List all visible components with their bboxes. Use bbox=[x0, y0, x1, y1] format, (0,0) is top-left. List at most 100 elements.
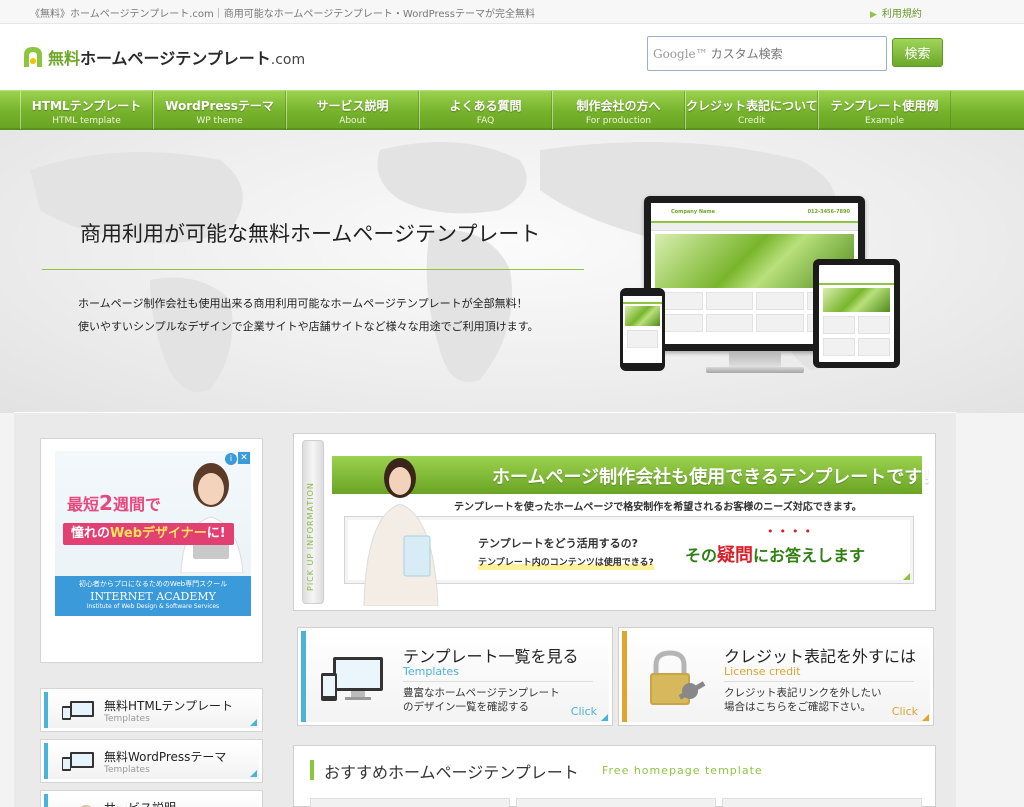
sidebar-item-sublabel: Templates bbox=[104, 765, 150, 775]
nav-label: よくある質問 bbox=[449, 99, 522, 113]
nav-item-about[interactable]: サービス説明 About bbox=[286, 91, 419, 129]
answer-post: にお答えします bbox=[753, 546, 866, 565]
template-card[interactable] bbox=[516, 798, 716, 807]
site-header: 無料ホームページテンプレート.com Google™ 検索 bbox=[0, 24, 1024, 90]
phone-mockup bbox=[620, 288, 665, 371]
nav-sublabel: HTML template bbox=[52, 116, 121, 126]
mock-logo: Company Name bbox=[671, 209, 715, 215]
mock-hero-image bbox=[625, 306, 660, 326]
nav-item-production[interactable]: 制作会社の方へ For production bbox=[552, 91, 685, 129]
ad-headline-post: 週間で bbox=[112, 495, 161, 514]
logo-text: 無料ホームページテンプレート.com bbox=[48, 45, 305, 69]
search-field[interactable]: Google™ bbox=[647, 36, 887, 71]
corner-arrow-icon bbox=[601, 714, 608, 721]
answer-red: 疑問 bbox=[717, 545, 754, 566]
nav-label: HTMLテンプレート bbox=[31, 99, 142, 113]
tablet-mockup bbox=[813, 259, 900, 368]
sidebar-item-label: 無料HTMLテンプレート bbox=[104, 699, 234, 713]
hero-divider bbox=[42, 269, 584, 270]
templates-link-box[interactable]: テンプレート一覧を見る Templates 豊富なホームページテンプレート のデザ… bbox=[297, 627, 613, 726]
pickup-vertical-text: PICK UP INFORMATION bbox=[306, 482, 315, 591]
ad-footer: 初心者からプロになるためのWeb専門スクール INTERNET ACADEMY … bbox=[55, 576, 251, 616]
feature-accent-bar bbox=[301, 631, 306, 722]
ad-headline: 最短2週間で bbox=[67, 491, 161, 515]
ad-subline-highlight: Webデザイナー bbox=[110, 526, 207, 541]
nav-sublabel: FAQ bbox=[476, 116, 495, 126]
corner-arrow-icon bbox=[250, 719, 257, 726]
feature-subtitle: Templates bbox=[403, 665, 459, 678]
mock-hero-image bbox=[823, 288, 890, 312]
nav-sublabel: For production bbox=[585, 116, 652, 126]
terms-link[interactable]: ▶ 利用規約 bbox=[870, 5, 922, 20]
ad-subline-post: に! bbox=[206, 526, 226, 541]
sidebar-item-inner: 無料WordPressテーマ Templates bbox=[44, 743, 259, 779]
template-card[interactable] bbox=[722, 798, 922, 807]
main-nav: HTMLテンプレート HTML template WordPressテーマ WP t… bbox=[0, 90, 1024, 130]
phone-screen bbox=[623, 296, 662, 363]
devices-icon bbox=[321, 657, 383, 701]
sidebar-item-about[interactable]: サービス説明 bbox=[40, 790, 263, 807]
feature-subtitle: License credit bbox=[724, 665, 801, 678]
google-brand: Google™ bbox=[653, 46, 708, 61]
hero-description: ホームページ制作会社も使用出来る商用利用可能なホームページテンプレートが全部無料… bbox=[78, 292, 539, 338]
feature-title: クレジット表記を外すには bbox=[724, 647, 917, 666]
top-strip: 《無料》ホームページテンプレート.com｜商用可能なホームページテンプレート・W… bbox=[0, 0, 1024, 24]
ad-subline-pre: 憧れの bbox=[71, 526, 111, 541]
nav-item-credit[interactable]: クレジット表記について Credit bbox=[685, 91, 818, 129]
nav-item-example[interactable]: テンプレート使用例 Example bbox=[818, 91, 951, 129]
search-button[interactable]: 検索 bbox=[892, 38, 943, 67]
feature-title: テンプレート一覧を見る bbox=[403, 647, 579, 666]
section-accent-bar bbox=[310, 760, 314, 780]
hero-banner: 商用利用が可能な無料ホームページテンプレート ホームページ制作会社も使用出来る商… bbox=[0, 130, 1024, 413]
devices-icon bbox=[62, 701, 94, 720]
sidebar-item-html-template[interactable]: 無料HTMLテンプレート Templates bbox=[40, 688, 263, 732]
ad-person-image bbox=[180, 463, 244, 573]
nav-item-faq[interactable]: よくある質問 FAQ bbox=[419, 91, 552, 129]
arrow-right-icon: ▶ bbox=[870, 10, 877, 20]
search-input[interactable] bbox=[710, 46, 881, 61]
ad-headline-pre: 最短 bbox=[67, 495, 100, 514]
credit-link-box[interactable]: クレジット表記を外すには License credit クレジット表記リンクを外… bbox=[618, 627, 934, 726]
sidebar-ad-box: i ✕ 最短2週間で 憧れのWebデザイナーに! 初心者からプロになるためのWe… bbox=[40, 438, 263, 663]
nav-sublabel: WP theme bbox=[196, 116, 243, 126]
terms-link-label: 利用規約 bbox=[881, 9, 922, 20]
answer-pre: その bbox=[685, 546, 718, 565]
ad-headline-num: 2 bbox=[99, 491, 113, 515]
nav-label: クレジット表記について bbox=[686, 99, 818, 113]
mock-row bbox=[627, 330, 658, 348]
nav-label: テンプレート使用例 bbox=[830, 99, 939, 113]
nav-item-wp-theme[interactable]: WordPressテーマ WP theme bbox=[153, 91, 286, 129]
feature-desc-line: のデザイン一覧を確認する bbox=[403, 701, 529, 713]
ad-banner[interactable]: i ✕ 最短2週間で 憧れのWebデザイナーに! 初心者からプロになるためのWe… bbox=[55, 451, 251, 616]
padlock-key-icon bbox=[650, 650, 706, 705]
pickup-subtext: テンプレートを使ったホームページで格安制作を希望されるお客様のニーズ対応できます… bbox=[454, 502, 862, 513]
mock-row bbox=[823, 316, 890, 334]
feature-desc-line: 場合はこちらをご確認下さい。 bbox=[724, 701, 871, 713]
hero-line-2: 使いやすいシンプルなデザインで企業サイトや店舗サイトなど様々な用途でご利用頂けま… bbox=[78, 320, 539, 333]
template-card[interactable] bbox=[310, 798, 510, 807]
feature-inner: テンプレート一覧を見る Templates 豊富なホームページテンプレート のデザ… bbox=[301, 631, 609, 722]
mock-nav bbox=[651, 223, 858, 231]
feature-desc-line: クレジット表記リンクを外したい bbox=[724, 687, 882, 699]
feature-divider bbox=[403, 681, 593, 682]
feature-description: 豊富なホームページテンプレート のデザイン一覧を確認する bbox=[403, 686, 560, 714]
service-icon bbox=[80, 805, 92, 807]
nav-label: 制作会社の方へ bbox=[576, 99, 661, 113]
feature-description: クレジット表記リンクを外したい 場合はこちらをご確認下さい。 bbox=[724, 686, 882, 714]
mock-header bbox=[623, 296, 662, 304]
woman-illustration bbox=[363, 458, 439, 606]
devices-icon bbox=[62, 752, 94, 771]
ad-subline: 憧れのWebデザイナーに! bbox=[63, 523, 234, 545]
nav-sublabel: Credit bbox=[737, 116, 766, 126]
feature-accent-bar bbox=[622, 631, 627, 722]
sidebar-item-wp-theme[interactable]: 無料WordPressテーマ Templates bbox=[40, 739, 263, 783]
recommend-subtitle: Free homepage template bbox=[602, 764, 763, 777]
recommend-cards bbox=[310, 798, 922, 807]
ad-footer-sub: Institute of Web Design & Software Servi… bbox=[86, 603, 220, 610]
feature-desc-line: 豊富なホームページテンプレート bbox=[403, 687, 560, 699]
site-logo[interactable]: 無料ホームページテンプレート.com bbox=[22, 43, 305, 71]
ad-footer-brand: INTERNET ACADEMY bbox=[90, 590, 216, 603]
nav-item-html-template[interactable]: HTMLテンプレート HTML template bbox=[20, 91, 153, 129]
mock-row bbox=[823, 338, 890, 356]
corner-arrow-icon bbox=[922, 714, 929, 721]
